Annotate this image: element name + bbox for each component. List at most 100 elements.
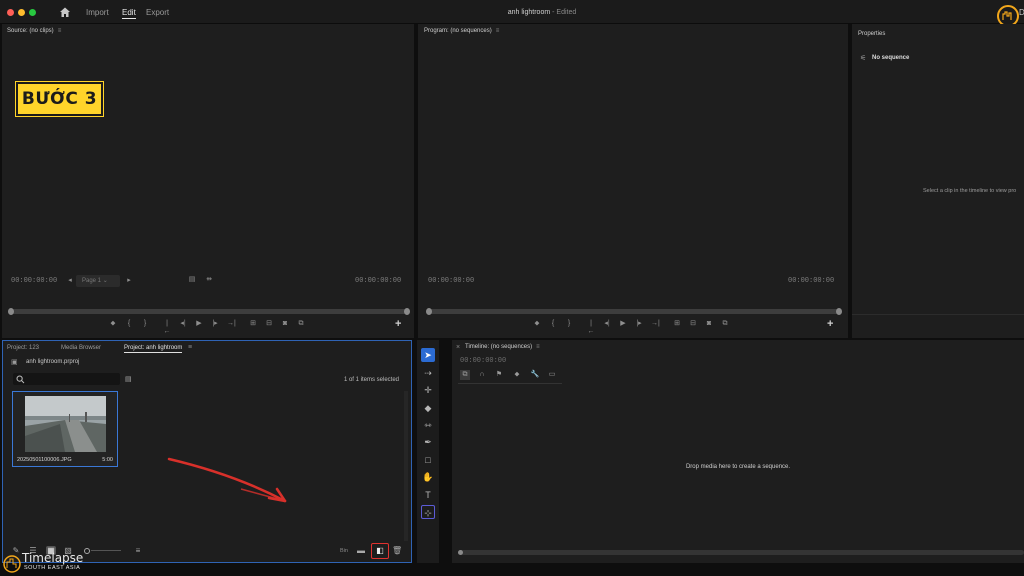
no-sequence-label: No sequence	[872, 55, 910, 61]
scrollbar[interactable]	[404, 391, 408, 541]
add-marker-icon[interactable]: ⬥	[533, 320, 541, 328]
scrub-out-handle[interactable]	[836, 308, 842, 315]
panel-menu-icon[interactable]: ≡	[58, 28, 62, 34]
panel-menu-icon[interactable]: ≡	[496, 28, 500, 34]
track-select-tool-icon[interactable]: ⇢	[421, 366, 435, 380]
drop-media-hint: Drop media here to create a sequence.	[685, 464, 791, 470]
step-forward-icon[interactable]: |▸	[211, 320, 219, 328]
document-title: anh lightroom - Edited	[0, 9, 1024, 16]
extract-icon[interactable]: ⊟	[689, 320, 697, 328]
source-monitor-title[interactable]: Source: (no clips) ≡	[7, 28, 61, 34]
play-icon[interactable]: ▶	[619, 320, 627, 328]
export-frame-icon[interactable]: ◙	[705, 320, 713, 328]
source-transport-controls: ⬥ { } |← ◂| ▶ |▸ →| ⊞ ⊟ ◙ ⧉	[109, 320, 313, 335]
caption-tool-icon[interactable]: ⊹	[421, 505, 435, 519]
new-search-bin-icon[interactable]: ▤	[125, 375, 132, 383]
sort-icon[interactable]: ≡	[133, 546, 143, 555]
media-tile[interactable]: 20250501100006.JPG 5:00	[12, 391, 118, 467]
hand-tool-icon[interactable]: ✋	[421, 470, 435, 484]
scroll-handle[interactable]	[458, 550, 463, 555]
program-scrub-bar[interactable]	[426, 308, 842, 315]
step-back-icon[interactable]: ◂|	[179, 320, 187, 328]
export-frame-icon[interactable]: ◙	[281, 320, 289, 328]
add-marker-icon[interactable]: ⬥	[109, 320, 117, 328]
watermark-logo-icon	[3, 555, 21, 573]
bin-label: Bin	[340, 548, 348, 554]
play-icon[interactable]: ▶	[195, 320, 203, 328]
items-count: 1 of 1 items selected	[343, 377, 399, 383]
mark-out-icon[interactable]: }	[565, 320, 573, 328]
properties-panel: Properties ⚟ No sequence Select a clip i…	[852, 24, 1024, 338]
page-dropdown-label: Page 1	[82, 278, 102, 284]
add-button-icon[interactable]: +	[827, 318, 833, 330]
rectangle-tool-icon[interactable]: □	[421, 453, 435, 467]
project-file-name: anh lightroom.prproj	[26, 359, 80, 365]
project-file-icon: ▣	[11, 359, 18, 366]
pen-tool-icon[interactable]: ✒	[421, 435, 435, 449]
source-timecode-in[interactable]: 00:00:00:00	[11, 277, 57, 285]
list-view-icon[interactable]: ▤	[188, 276, 196, 284]
panel-menu-icon[interactable]: ≡	[536, 344, 540, 350]
razor-tool-icon[interactable]: ◆	[421, 401, 435, 415]
trash-icon[interactable]: 🗑	[392, 546, 402, 555]
timeline-title-text: Timeline: (no sequences)	[465, 344, 533, 350]
mark-in-icon[interactable]: {	[125, 320, 133, 328]
timeline-scroll-bar[interactable]	[458, 550, 1024, 555]
ripple-edit-tool-icon[interactable]: ✛	[421, 383, 435, 397]
page-dropdown[interactable]: Page 1 ⌄	[76, 275, 120, 287]
program-transport-controls: ⬥ { } |← ◂| ▶ |▸ →| ⊞ ⊟ ◙ ⧉	[533, 320, 737, 335]
panel-menu-icon[interactable]: ≡	[188, 344, 192, 351]
add-marker-icon[interactable]: ⬥	[512, 370, 522, 380]
go-to-out-icon[interactable]: →|	[227, 320, 236, 328]
add-button-icon[interactable]: +	[395, 318, 401, 330]
go-to-in-icon[interactable]: |←	[587, 320, 595, 335]
timeline-timecode[interactable]: 00:00:00:00	[460, 357, 506, 365]
annotation-arrow	[167, 457, 287, 503]
properties-title[interactable]: Properties	[858, 31, 885, 37]
insert-icon[interactable]: ⊞	[249, 320, 257, 328]
prev-page-icon[interactable]: ◂	[66, 277, 74, 285]
program-monitor-title[interactable]: Program: (no sequences) ≡	[424, 28, 499, 34]
source-scrub-bar[interactable]	[8, 308, 410, 315]
captions-icon[interactable]: ▭	[547, 370, 557, 380]
document-name: anh lightroom	[507, 9, 551, 16]
search-input[interactable]	[13, 373, 120, 385]
nest-sequence-icon[interactable]: ⧉	[460, 370, 470, 380]
new-bin-icon[interactable]: ▬	[356, 546, 366, 555]
overwrite-icon[interactable]: ⊟	[265, 320, 273, 328]
mark-in-icon[interactable]: {	[549, 320, 557, 328]
type-tool-icon[interactable]: T	[421, 488, 435, 502]
media-name: 20250501100006.JPG	[17, 457, 72, 463]
divider	[458, 383, 562, 384]
step-forward-icon[interactable]: |▸	[635, 320, 643, 328]
button-editor-icon[interactable]: ⧉	[721, 320, 729, 328]
linked-selection-icon[interactable]: ⚑	[494, 370, 504, 380]
close-tab-icon[interactable]: ×	[456, 344, 460, 351]
watermark-line2: SOUTH EAST ASIA	[24, 565, 81, 571]
slip-tool-icon[interactable]: ⇿	[421, 418, 435, 432]
source-monitor-panel: Source: (no clips) ≡ BƯỚC 3 00:00:00:00 ◂…	[2, 24, 414, 338]
drag-video-icon[interactable]: ⇻	[205, 276, 213, 284]
document-status: - Edited	[552, 9, 577, 16]
step-back-icon[interactable]: ◂|	[603, 320, 611, 328]
button-editor-icon[interactable]: ⧉	[297, 320, 305, 328]
go-to-in-icon[interactable]: |←	[163, 320, 171, 335]
scrub-in-handle[interactable]	[8, 308, 14, 315]
tab-project-123[interactable]: Project: 123	[7, 345, 39, 351]
tab-media-browser[interactable]: Media Browser	[61, 345, 101, 351]
snap-icon[interactable]: ∩	[477, 370, 487, 380]
scrub-in-handle[interactable]	[426, 308, 432, 315]
tab-project-anh-lightroom[interactable]: Project: anh lightroom	[124, 345, 183, 353]
selection-tool-icon[interactable]: ➤	[421, 348, 435, 362]
mark-out-icon[interactable]: }	[141, 320, 149, 328]
go-to-out-icon[interactable]: →|	[651, 320, 660, 328]
program-timecode-in[interactable]: 00:00:00:00	[428, 277, 474, 285]
timeline-title[interactable]: Timeline: (no sequences) ≡	[465, 344, 540, 350]
lift-icon[interactable]: ⊞	[673, 320, 681, 328]
program-monitor-panel: Program: (no sequences) ≡ 00:00:00:00 00:…	[418, 24, 848, 338]
scrub-out-handle[interactable]	[404, 308, 410, 315]
watermark-line1: Timelapse	[22, 551, 84, 565]
tools-panel: ➤ ⇢ ✛ ◆ ⇿ ✒ □ ✋ T ⊹	[417, 340, 439, 563]
next-page-icon[interactable]: ▸	[125, 277, 133, 285]
settings-wrench-icon[interactable]: 🔧	[530, 370, 540, 380]
